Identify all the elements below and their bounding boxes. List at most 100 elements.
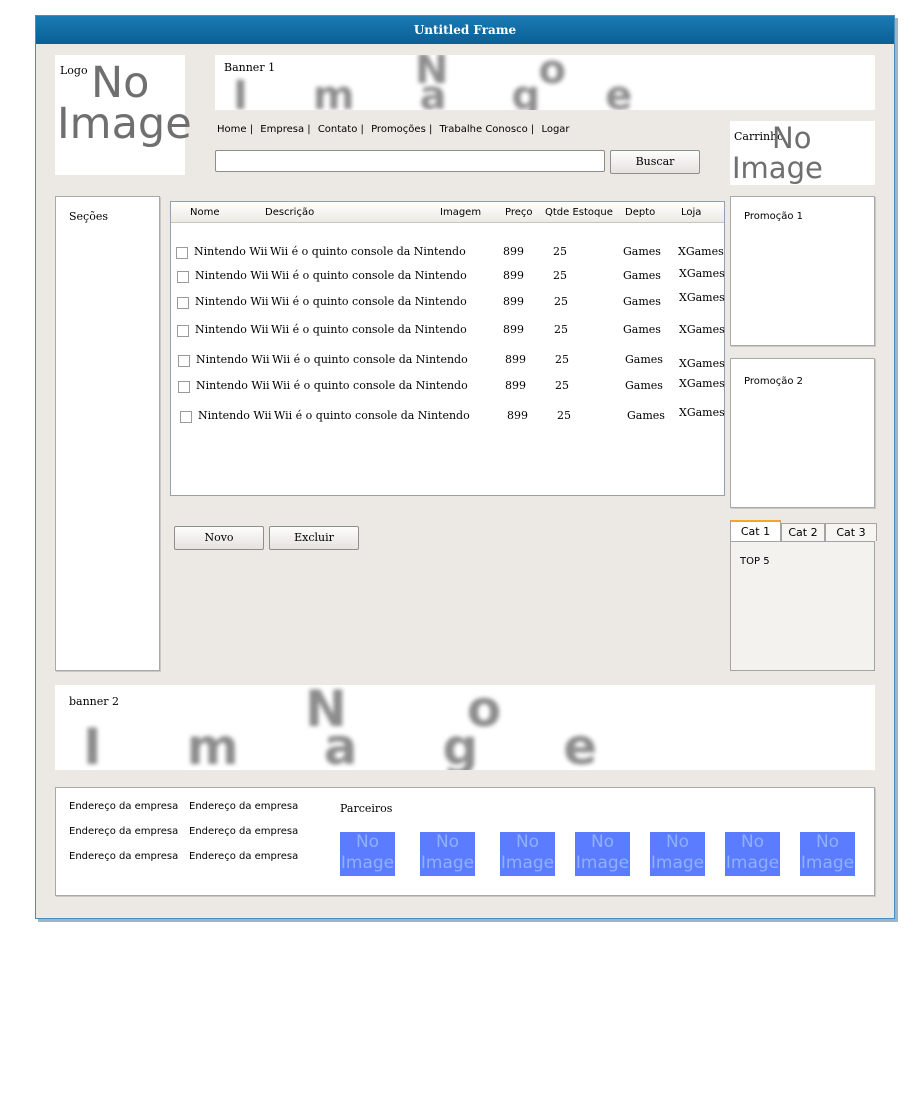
sections-panel: Seções	[55, 196, 160, 671]
banner-1-placeholder-line2: Image	[233, 73, 698, 110]
cell-loja: XGames	[679, 291, 725, 304]
partner-logo[interactable]: No Image	[420, 832, 475, 876]
delete-button[interactable]: Excluir	[269, 526, 359, 550]
cell-qtde: 25	[553, 245, 567, 258]
table-row[interactable]: Nintendo Wii Wii é o quinto console da N…	[171, 267, 725, 284]
row-checkbox[interactable]	[177, 325, 189, 337]
cell-nome: Nintendo Wii	[195, 269, 269, 282]
row-checkbox[interactable]	[180, 411, 192, 423]
address-line: Endereço da empresa	[189, 826, 299, 837]
cell-preco: 899	[505, 379, 526, 392]
promo-1-title: Promoção 1	[744, 211, 804, 222]
table-row[interactable]: Nintendo Wii Wii é o quinto console da N…	[171, 291, 725, 310]
nav-home[interactable]: Home |	[217, 124, 253, 135]
cell-preco: 899	[503, 295, 524, 308]
partner-logo[interactable]: No Image	[500, 832, 555, 876]
cell-loja: XGames	[679, 267, 725, 280]
row-checkbox[interactable]	[178, 355, 190, 367]
col-descricao[interactable]: Descrição	[265, 207, 314, 218]
promo-2-panel: Promoção 2	[730, 358, 875, 508]
address-line: Endereço da empresa	[69, 826, 179, 837]
cell-descricao: Wii é o quinto console da Nintendo	[272, 353, 468, 366]
cell-descricao: Wii é o quinto console da Nintendo	[271, 269, 467, 282]
cell-loja: XGames	[679, 377, 725, 390]
cell-depto: Games	[623, 245, 661, 258]
cell-preco: 899	[503, 323, 524, 336]
cell-qtde: 25	[555, 379, 569, 392]
cell-preco: 899	[503, 245, 524, 258]
window-title: Untitled Frame	[36, 16, 894, 44]
promo-2-title: Promoção 2	[744, 376, 804, 387]
tab-cat-3[interactable]: Cat 3	[825, 523, 877, 541]
logo-placeholder: No Image	[57, 58, 192, 149]
partner-logo[interactable]: No Image	[650, 832, 705, 876]
cart-box[interactable]: Carrinho No Image	[730, 121, 875, 185]
partner-logo[interactable]: No Image	[340, 832, 395, 876]
table-row[interactable]: Nintendo Wii Wii é o quinto console da N…	[171, 322, 725, 338]
cell-descricao: Wii é o quinto console da Nintendo	[272, 379, 468, 392]
cart-placeholder: No Image	[732, 121, 823, 185]
tab-cat-1[interactable]: Cat 1	[730, 520, 781, 542]
cell-nome: Nintendo Wii	[195, 295, 269, 308]
col-preco[interactable]: Preço	[505, 207, 533, 218]
cell-depto: Games	[625, 353, 663, 366]
col-imagem[interactable]: Imagem	[440, 207, 481, 218]
row-checkbox[interactable]	[177, 271, 189, 283]
banner-1: Banner 1 No Image	[215, 55, 875, 110]
cell-nome: Nintendo Wii	[198, 409, 272, 422]
tab-content-text: TOP 5	[740, 556, 770, 567]
address-line: Endereço da empresa	[69, 801, 179, 812]
partners-title: Parceiros	[340, 802, 393, 815]
row-checkbox[interactable]	[178, 381, 190, 393]
footer-panel: Endereço da empresa Endereço da empresa …	[55, 787, 875, 896]
partner-logo[interactable]: No Image	[575, 832, 630, 876]
address-line: Endereço da empresa	[189, 851, 299, 862]
nav-empresa[interactable]: Empresa |	[260, 124, 310, 135]
tab-content: TOP 5	[730, 541, 875, 671]
cell-loja: XGames	[678, 245, 724, 258]
cell-qtde: 25	[555, 353, 569, 366]
nav-promocoes[interactable]: Promoções |	[371, 124, 432, 135]
cell-qtde: 25	[554, 323, 568, 336]
cell-preco: 899	[503, 269, 524, 282]
cell-descricao: Wii é o quinto console da Nintendo	[271, 323, 467, 336]
address-line: Endereço da empresa	[189, 801, 299, 812]
partner-logo[interactable]: No Image	[800, 832, 855, 876]
table-row[interactable]: Nintendo Wii Wii é o quinto console da N…	[171, 352, 725, 370]
cell-depto: Games	[623, 295, 661, 308]
cell-depto: Games	[625, 379, 663, 392]
banner-2: banner 2 No Image	[55, 685, 875, 770]
cell-depto: Games	[623, 269, 661, 282]
cell-loja: XGames	[679, 406, 725, 419]
search-input[interactable]	[215, 150, 605, 172]
cell-loja: XGames	[679, 357, 725, 370]
table-row[interactable]: Nintendo Wii Wii é o quinto console da N…	[171, 406, 725, 424]
new-button[interactable]: Novo	[174, 526, 264, 550]
table-row[interactable]: Nintendo Wii Wii é o quinto console da N…	[171, 377, 725, 394]
cell-descricao: Wii é o quinto console da Nintendo	[270, 245, 466, 258]
col-nome[interactable]: Nome	[190, 207, 220, 218]
row-checkbox[interactable]	[176, 247, 188, 259]
nav-trabalhe-conosco[interactable]: Trabalhe Conosco |	[440, 124, 535, 135]
address-line: Endereço da empresa	[69, 851, 179, 862]
promo-1-panel: Promoção 1	[730, 196, 875, 346]
cell-nome: Nintendo Wii	[196, 353, 270, 366]
top-nav: Home | Empresa | Contato | Promoções | T…	[217, 124, 574, 135]
col-qtde-estoque[interactable]: Qtde Estoque	[545, 207, 613, 218]
cell-nome: Nintendo Wii	[195, 323, 269, 336]
tab-cat-2[interactable]: Cat 2	[781, 523, 825, 541]
cell-qtde: 25	[557, 409, 571, 422]
search-button[interactable]: Buscar	[610, 150, 700, 174]
col-loja[interactable]: Loja	[681, 207, 701, 218]
nav-logar[interactable]: Logar	[541, 124, 569, 135]
app-window: Untitled Frame Logo No Image Banner 1 No…	[35, 15, 895, 919]
category-tabs: Cat 1 Cat 2 Cat 3 TOP 5	[730, 520, 877, 671]
row-checkbox[interactable]	[177, 297, 189, 309]
cell-qtde: 25	[554, 295, 568, 308]
nav-contato[interactable]: Contato |	[318, 124, 364, 135]
partner-logo[interactable]: No Image	[725, 832, 780, 876]
table-row[interactable]: Nintendo Wii Wii é o quinto console da N…	[171, 244, 724, 260]
col-depto[interactable]: Depto	[625, 207, 655, 218]
cell-depto: Games	[627, 409, 665, 422]
cell-nome: Nintendo Wii	[194, 245, 268, 258]
